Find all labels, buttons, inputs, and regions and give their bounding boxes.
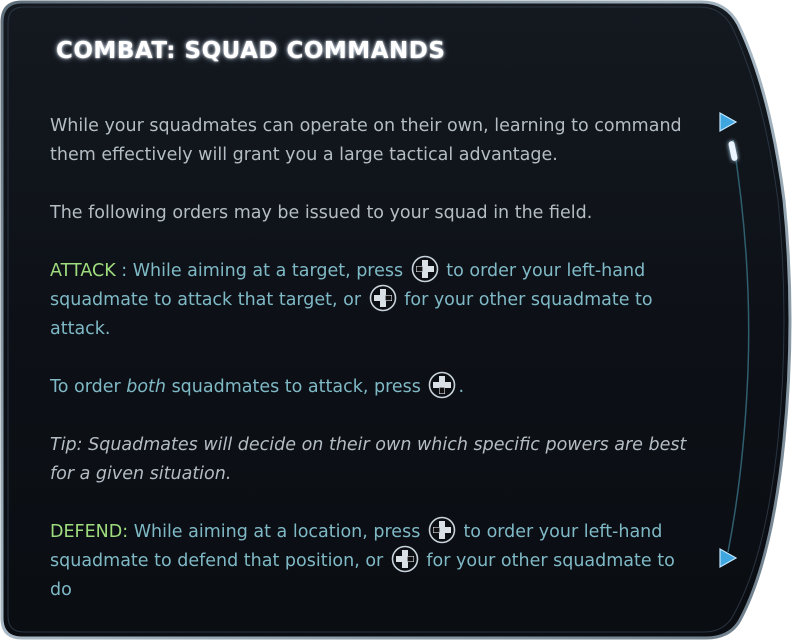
both-text-2: squadmates to attack, press bbox=[166, 377, 427, 397]
dpad-left-icon bbox=[411, 255, 438, 283]
defend-paragraph: DEFEND: While aiming at a location, pres… bbox=[50, 516, 700, 605]
tutorial-body: While your squadmates can operate on the… bbox=[50, 112, 700, 634]
defend-label: DEFEND: bbox=[50, 522, 129, 542]
attack-both-paragraph: To order both squadmates to attack, pres… bbox=[50, 371, 700, 402]
both-emphasis: both bbox=[126, 377, 166, 397]
defend-text-1: While aiming at a location, press bbox=[128, 522, 426, 542]
attack-separator: : bbox=[115, 261, 133, 281]
dpad-right-icon bbox=[391, 545, 419, 573]
scroll-up-arrow-icon[interactable] bbox=[718, 112, 738, 132]
attack-label: ATTACK bbox=[50, 261, 116, 281]
both-text-1: To order bbox=[50, 377, 127, 397]
intro-paragraph: While your squadmates can operate on the… bbox=[50, 116, 682, 165]
attack-text-1: While aiming at a target, press bbox=[132, 261, 409, 281]
scroll-down-arrow-icon[interactable] bbox=[718, 548, 738, 568]
dpad-right-icon bbox=[369, 284, 396, 312]
both-text-3: . bbox=[458, 377, 465, 397]
dpad-left-icon bbox=[428, 516, 456, 544]
panel-content: COMBAT: SQUAD COMMANDS While your squadm… bbox=[50, 0, 700, 640]
orders-intro-paragraph: The following orders may be issued to yo… bbox=[50, 203, 593, 223]
panel-title: COMBAT: SQUAD COMMANDS bbox=[56, 38, 446, 64]
tutorial-panel: COMBAT: SQUAD COMMANDS While your squadm… bbox=[0, 0, 800, 640]
attack-paragraph: ATTACK : While aiming at a target, press… bbox=[50, 255, 700, 344]
tip-paragraph: Tip: Squadmates will decide on their own… bbox=[50, 435, 687, 484]
dpad-down-icon bbox=[429, 371, 456, 399]
